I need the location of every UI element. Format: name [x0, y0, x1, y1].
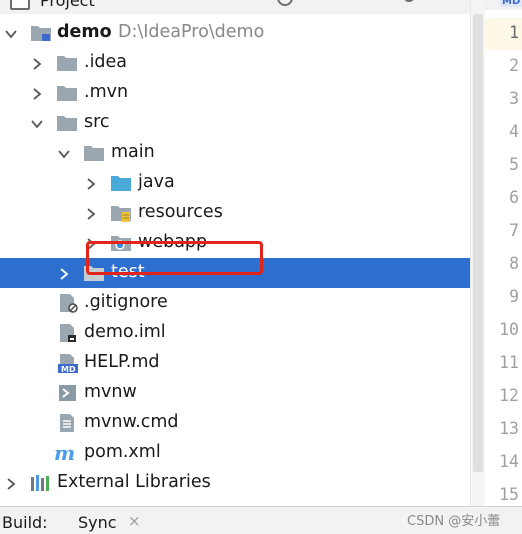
tree-item-pom-xml[interactable]: m pom.xml: [0, 438, 470, 468]
tree-item-label: pom.xml: [84, 442, 161, 462]
project-title: Project: [40, 0, 95, 10]
scrollbar-thumb[interactable]: [473, 14, 483, 472]
module-folder-icon: [30, 23, 52, 43]
tree-item-label: java: [138, 172, 175, 192]
line-number: 9: [509, 287, 519, 306]
tree-item-label: mvnw: [84, 382, 137, 402]
project-toolbar: Project: [0, 0, 470, 14]
folder-icon: [56, 53, 78, 73]
text-file-icon: [58, 413, 80, 433]
line-number: 7: [509, 221, 519, 240]
tree-item-label: resources: [138, 202, 223, 222]
chevron-right-icon[interactable]: [84, 206, 98, 220]
tree-item-label: .mvn: [84, 82, 129, 102]
locate-icon[interactable]: [276, 0, 294, 8]
libraries-icon: [30, 473, 52, 493]
line-number: 8: [509, 254, 519, 273]
svg-text:m: m: [54, 443, 75, 463]
line-number: 14: [499, 452, 519, 471]
tree-scrollbar[interactable]: [471, 0, 485, 506]
project-tree: demo D:\IdeaPro\demo .idea .mvn src main…: [0, 16, 470, 506]
line-number: 12: [499, 386, 519, 405]
tree-item-demo[interactable]: demo D:\IdeaPro\demo: [0, 18, 470, 48]
chevron-right-icon[interactable]: [84, 176, 98, 190]
line-number: 1: [509, 23, 519, 42]
folder-icon: [56, 113, 78, 133]
tree-item-demo-iml[interactable]: demo.iml: [0, 318, 470, 348]
tree-item-mvn[interactable]: .mvn: [0, 78, 470, 108]
tree-item-resources[interactable]: resources: [0, 198, 470, 228]
tree-item-label: main: [111, 142, 155, 162]
project-path: D:\IdeaPro\demo: [118, 22, 265, 42]
editor-gutter: MD 1 2 3 4 5 6 7 8 9 10 11 12 13 14 15: [470, 0, 522, 506]
close-icon[interactable]: ×: [128, 512, 141, 530]
sync-tab[interactable]: Sync: [78, 513, 117, 532]
tree-item-label: External Libraries: [57, 472, 211, 492]
project-window-icon: [10, 0, 30, 10]
chevron-right-icon[interactable]: [4, 476, 18, 490]
svg-text:MD: MD: [61, 365, 76, 373]
collapse-all-icon[interactable]: [314, 0, 332, 8]
line-number: 3: [509, 89, 519, 108]
watermark: CSDN @安小蕾: [407, 514, 501, 529]
ignored-file-icon: [58, 293, 80, 313]
tree-item-label: demo: [57, 22, 112, 42]
tree-item-label: HELP.md: [84, 352, 160, 372]
folder-icon: [56, 83, 78, 103]
source-folder-icon: [110, 173, 132, 193]
build-label: Build:: [2, 513, 48, 532]
resources-folder-icon: [110, 203, 132, 223]
chevron-right-icon[interactable]: [57, 266, 71, 280]
folder-icon: [83, 143, 105, 163]
tree-item-label: .idea: [84, 52, 128, 72]
line-number: 13: [499, 419, 519, 438]
tree-item-label: demo.iml: [84, 322, 166, 342]
tree-item-src[interactable]: src: [0, 108, 470, 138]
tree-item-mvnw-cmd[interactable]: mvnw.cmd: [0, 408, 470, 438]
chevron-right-icon[interactable]: [30, 86, 44, 100]
tree-item-help-md[interactable]: MD HELP.md: [0, 348, 470, 378]
line-number: 4: [509, 122, 519, 141]
tree-item-label: src: [84, 112, 110, 132]
tree-item-label: .gitignore: [84, 292, 168, 312]
tree-item-main[interactable]: main: [0, 138, 470, 168]
tree-item-mvnw[interactable]: mvnw: [0, 378, 470, 408]
line-number: 11: [499, 353, 519, 372]
tree-item-label: mvnw.cmd: [84, 412, 179, 432]
markdown-file-icon: MD: [58, 353, 80, 374]
chevron-right-icon[interactable]: [30, 56, 44, 70]
chevron-down-icon[interactable]: [57, 146, 71, 160]
line-number: 15: [499, 485, 519, 504]
expand-all-icon[interactable]: [356, 0, 374, 8]
highlight-annotation: [86, 241, 263, 275]
chevron-down-icon[interactable]: [30, 116, 44, 130]
tree-item-external-libraries[interactable]: External Libraries: [0, 468, 470, 498]
build-toolbar: Build: Sync × CSDN @安小蕾: [0, 506, 522, 534]
line-number: 5: [509, 155, 519, 174]
line-number: 2: [509, 56, 519, 75]
line-number: 10: [499, 320, 519, 339]
markdown-tab-icon: MD: [500, 0, 522, 7]
iml-file-icon: [58, 323, 80, 343]
tree-item-java[interactable]: java: [0, 168, 470, 198]
tree-item-idea[interactable]: .idea: [0, 48, 470, 78]
editor-tab[interactable]: MD: [485, 0, 522, 10]
maven-icon: m: [54, 441, 76, 465]
tree-item-gitignore[interactable]: .gitignore: [0, 288, 470, 318]
line-number: 6: [509, 188, 519, 207]
shell-script-icon: [58, 383, 80, 403]
chevron-down-icon[interactable]: [4, 26, 18, 40]
gear-icon[interactable]: [400, 0, 418, 8]
